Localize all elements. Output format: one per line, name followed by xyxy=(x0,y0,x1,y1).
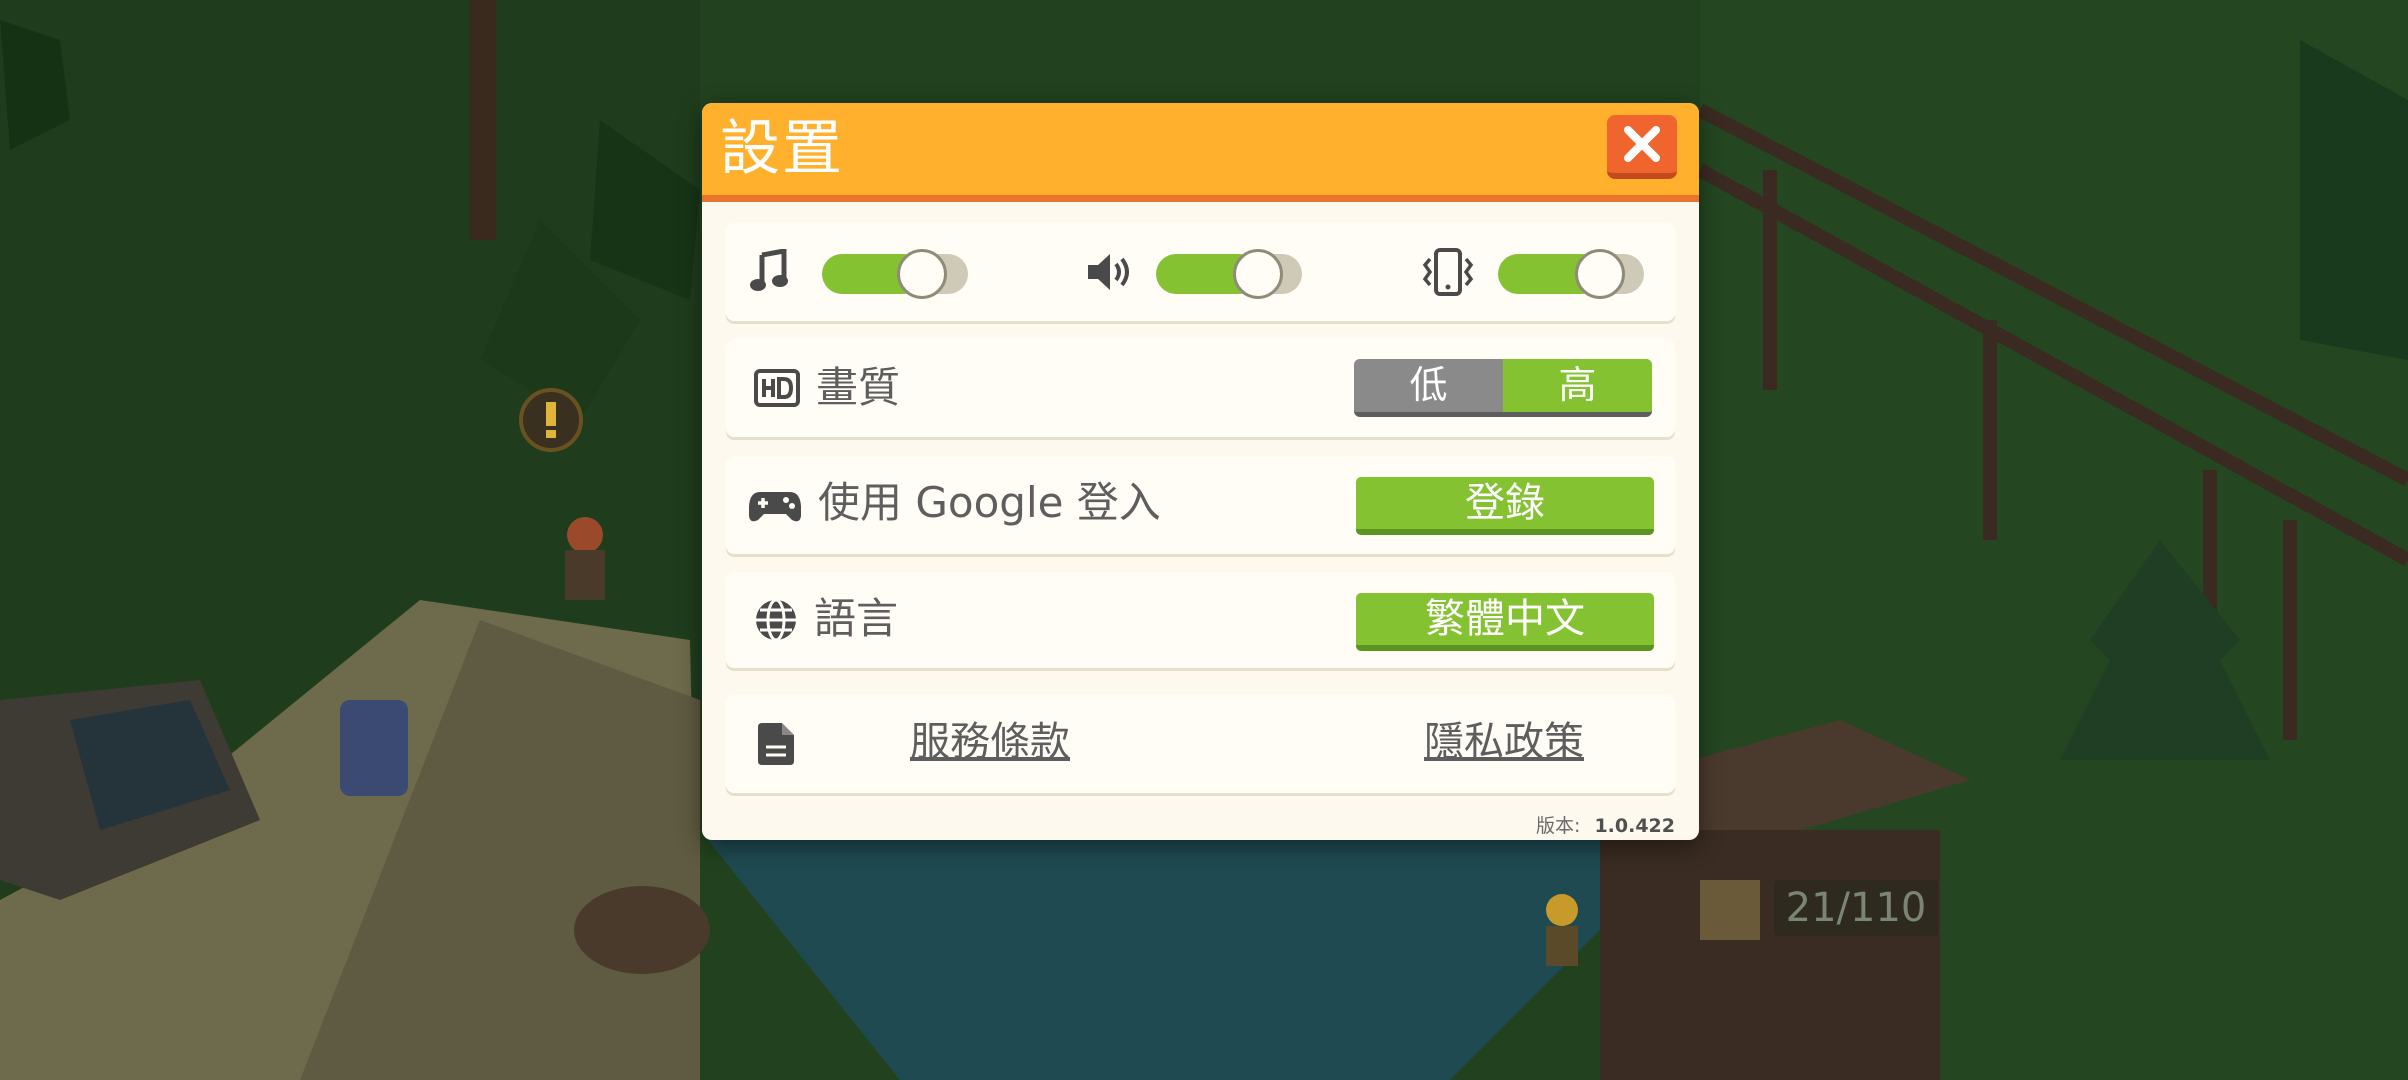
vibration-phone-icon xyxy=(1422,248,1474,296)
privacy-policy-link[interactable]: 隱私政策 xyxy=(1424,717,1584,767)
settings-dialog: 設置 畫質 低 高 使用 Google 登入 登錄 語言 繁體中文 服務條款 隱… xyxy=(702,103,1699,840)
quality-label: 畫質 xyxy=(816,363,901,412)
quality-low-option[interactable]: 低 xyxy=(1354,359,1503,412)
slider-knob[interactable] xyxy=(1574,249,1625,299)
sound-volume-slider[interactable] xyxy=(1156,249,1302,299)
speaker-icon xyxy=(1088,254,1129,290)
slider-knob[interactable] xyxy=(896,249,947,299)
quality-row: 畫質 低 高 xyxy=(726,339,1675,437)
globe-icon xyxy=(756,598,796,642)
language-button[interactable]: 繁體中文 xyxy=(1356,593,1654,651)
language-label: 語言 xyxy=(814,594,899,643)
dialog-title: 設置 xyxy=(720,114,844,184)
terms-of-service-link[interactable]: 服務條款 xyxy=(910,717,1070,767)
language-row: 語言 繁體中文 xyxy=(726,572,1675,668)
music-volume-slider[interactable] xyxy=(822,249,968,299)
close-button[interactable] xyxy=(1607,115,1677,179)
document-icon xyxy=(758,723,794,765)
gamepad-icon xyxy=(749,492,801,522)
slider-knob[interactable] xyxy=(1232,249,1283,299)
resource-counter: 21/110 xyxy=(1774,880,1938,936)
google-login-button[interactable]: 登錄 xyxy=(1356,477,1654,535)
google-login-label: 使用 Google 登入 xyxy=(818,478,1161,527)
google-login-row: 使用 Google 登入 登錄 xyxy=(726,456,1675,554)
close-x-icon xyxy=(1624,126,1660,162)
audio-row xyxy=(726,223,1675,321)
version-value: 1.0.422 xyxy=(1594,815,1675,837)
quality-toggle: 低 高 xyxy=(1354,359,1652,417)
version-info: 版本: 1.0.422 xyxy=(1536,811,1675,838)
legal-row: 服務條款 隱私政策 xyxy=(726,695,1675,793)
dialog-header: 設置 xyxy=(702,103,1699,202)
vibration-slider[interactable] xyxy=(1498,249,1644,299)
hd-icon xyxy=(754,369,800,407)
music-note-icon xyxy=(750,249,788,291)
version-label: 版本: xyxy=(1536,815,1581,837)
quality-high-option[interactable]: 高 xyxy=(1503,359,1652,412)
